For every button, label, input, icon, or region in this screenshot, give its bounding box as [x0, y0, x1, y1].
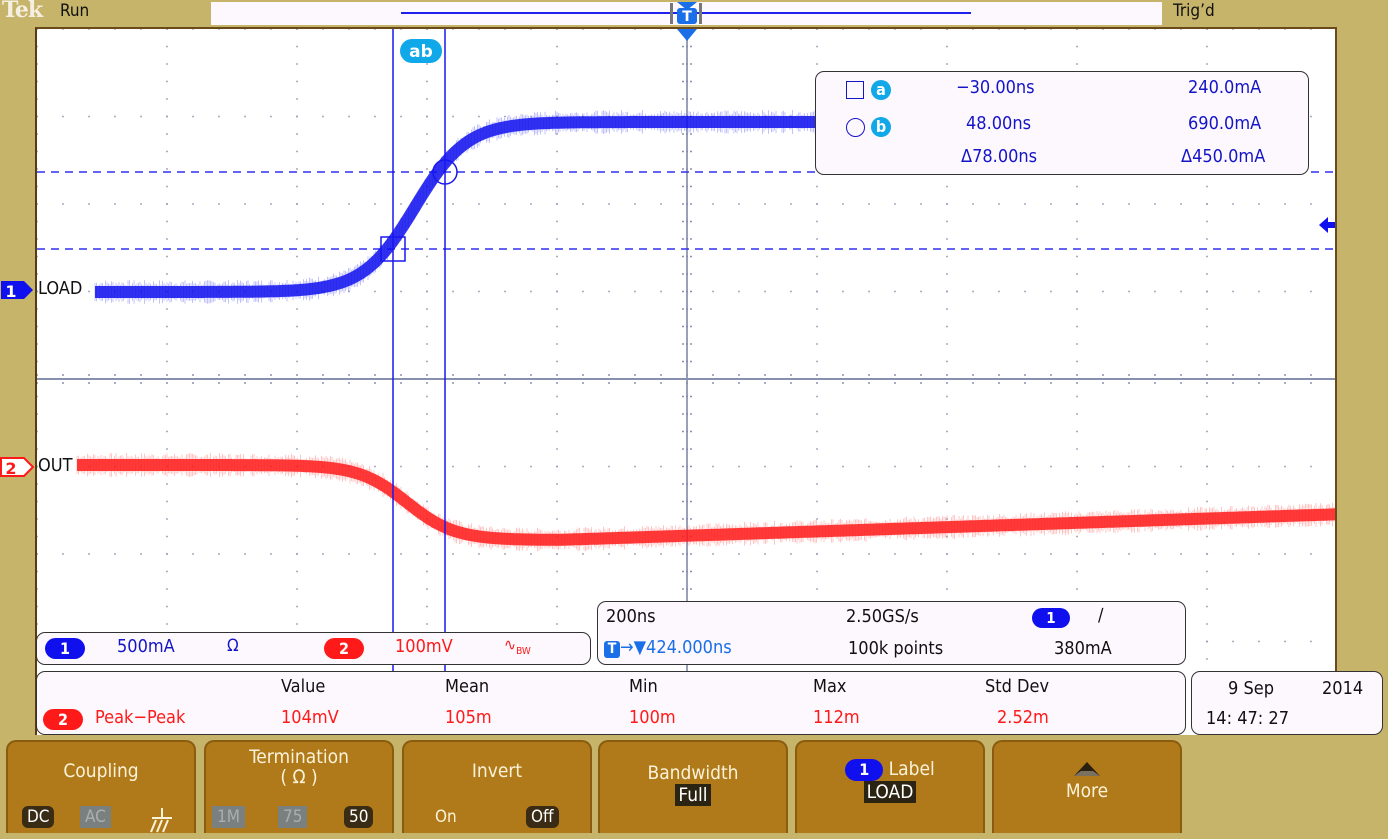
col-header-max: Max: [813, 676, 847, 697]
trigger-position-value: 424.000ns: [646, 637, 732, 658]
measurement-readout[interactable]: Value Mean Min Max Std Dev 2 Peak−Peak 1…: [36, 671, 1186, 735]
date-year: 2014: [1322, 678, 1364, 699]
cursor-a-badge: a: [871, 80, 891, 100]
bandwidth-value: Full: [675, 784, 711, 806]
ch1-waveform-label[interactable]: LOAD: [38, 278, 83, 299]
horizontal-readout[interactable]: 200ns 2.50GS/s 1 ∕ T →▼424.000ns 100k poi…: [597, 601, 1186, 665]
measurement-max: 112m: [813, 707, 860, 728]
col-header-min: Min: [629, 676, 658, 697]
sample-rate: 2.50GS/s: [846, 606, 919, 627]
cursor-a-time: −30.00ns: [956, 77, 1035, 98]
measurement-min: 100m: [629, 707, 676, 728]
coupling-menu-button[interactable]: Coupling DC AC: [6, 740, 196, 833]
invert-option-on[interactable]: On: [430, 806, 462, 828]
ground-icon[interactable]: [148, 806, 174, 839]
tek-logo: Tek: [2, 0, 43, 23]
svg-text:1: 1: [5, 282, 16, 301]
bandwidth-menu-button[interactable]: Bandwidth Full: [598, 740, 788, 833]
col-header-value: Value: [281, 676, 326, 697]
ch2-badge[interactable]: 2: [324, 638, 364, 659]
ch2-scale[interactable]: 100mV: [395, 636, 453, 657]
acquisition-status: Run: [60, 1, 90, 21]
label-channel-badge: 1: [845, 758, 884, 781]
trigger-position-icon: [677, 29, 697, 41]
bandwidth-limit-glyph: ∿: [504, 635, 517, 654]
cursor-b-circle-icon: [846, 118, 865, 137]
cursor-delta-time: Δ78.00ns: [961, 146, 1038, 167]
cursor-a-value: 240.0mA: [1188, 77, 1262, 98]
coupling-title: Coupling: [63, 760, 139, 782]
record-view-bar: T: [211, 2, 1162, 25]
termination-option-75[interactable]: 75: [278, 806, 308, 828]
trigger-position-readout[interactable]: T →▼424.000ns: [604, 637, 732, 658]
ch1-badge[interactable]: 1: [45, 638, 85, 659]
measurement-channel-badge: 2: [43, 709, 83, 730]
termination-option-50[interactable]: 50: [344, 806, 374, 828]
ch2-trace: [73, 453, 1335, 552]
measurement-value: 104mV: [281, 707, 339, 728]
bandwidth-limit-icon: ∿BW: [504, 635, 531, 657]
coupling-option-ac[interactable]: AC: [80, 806, 111, 828]
bandwidth-title: Bandwidth: [647, 762, 739, 784]
coupling-option-dc[interactable]: DC: [22, 806, 55, 828]
termination-option-1m[interactable]: 1M: [212, 806, 245, 828]
cursor-a-square-icon: [846, 81, 864, 99]
ch1-scale[interactable]: 500mA: [117, 636, 175, 657]
invert-title: Invert: [471, 760, 523, 782]
termination-subtitle: ( Ω ): [280, 766, 318, 788]
trigger-source-badge[interactable]: 1: [1032, 608, 1070, 628]
invert-option-off[interactable]: Off: [526, 806, 559, 828]
ch2-waveform-label[interactable]: OUT: [38, 455, 73, 476]
date-day-month: 9 Sep: [1228, 678, 1274, 699]
vertical-readout[interactable]: 1 500mA Ω 2 100mV ∿BW: [36, 632, 591, 665]
trigger-level-arrow-icon[interactable]: [1318, 216, 1336, 238]
trigger-slope-rising-icon: ∕: [1098, 605, 1104, 626]
termination-title: Termination: [249, 746, 349, 768]
time-of-day: 14: 47: 27: [1206, 708, 1290, 729]
record-length[interactable]: 100k points: [848, 638, 943, 659]
record-view-graphic: T: [401, 2, 971, 25]
trigger-status: Trig’d: [1173, 1, 1215, 21]
datetime-readout[interactable]: 9 Sep 2014 14: 47: 27: [1191, 671, 1383, 735]
ch1-ground-marker[interactable]: 1: [0, 279, 36, 305]
label-title: Label: [888, 758, 935, 780]
measurement-mean: 105m: [445, 707, 492, 728]
cursor-pair-label: ab: [409, 42, 433, 62]
trigger-level[interactable]: 380mA: [1054, 638, 1112, 659]
svg-text:T: T: [682, 9, 692, 25]
svg-text:2: 2: [5, 459, 16, 478]
cursor-b-badge: b: [871, 117, 891, 137]
invert-menu-button[interactable]: Invert On Off: [402, 740, 592, 833]
more-menu-button[interactable]: More: [992, 740, 1182, 833]
cursor-b-time: 48.00ns: [966, 113, 1032, 134]
termination-menu-button[interactable]: Termination ( Ω ) 1M 75 50: [204, 740, 394, 833]
cursor-readout[interactable]: a −30.00ns 240.0mA b 48.00ns 690.0mA Δ78…: [815, 71, 1309, 175]
bandwidth-limit-label: BW: [516, 646, 531, 658]
ch1-trace: [91, 110, 821, 304]
label-menu-button[interactable]: 1 Label LOAD: [795, 740, 985, 833]
col-header-mean: Mean: [445, 676, 490, 697]
ohm-icon: Ω: [227, 636, 239, 656]
ch2-ground-marker[interactable]: 2: [0, 456, 36, 482]
measurement-std-dev: 2.52m: [997, 707, 1049, 728]
trigger-t-icon: T: [604, 641, 620, 658]
arrow-right-icon: →▼: [620, 637, 647, 658]
more-title: More: [1065, 780, 1109, 802]
cursor-delta-value: Δ450.0mA: [1181, 146, 1266, 167]
label-value: LOAD: [863, 780, 917, 803]
col-header-std-dev: Std Dev: [985, 676, 1050, 697]
time-per-division[interactable]: 200ns: [606, 606, 656, 627]
measurement-name: Peak−Peak: [95, 707, 186, 728]
up-triangle-icon: [994, 760, 1180, 782]
cursor-b-value: 690.0mA: [1188, 113, 1262, 134]
